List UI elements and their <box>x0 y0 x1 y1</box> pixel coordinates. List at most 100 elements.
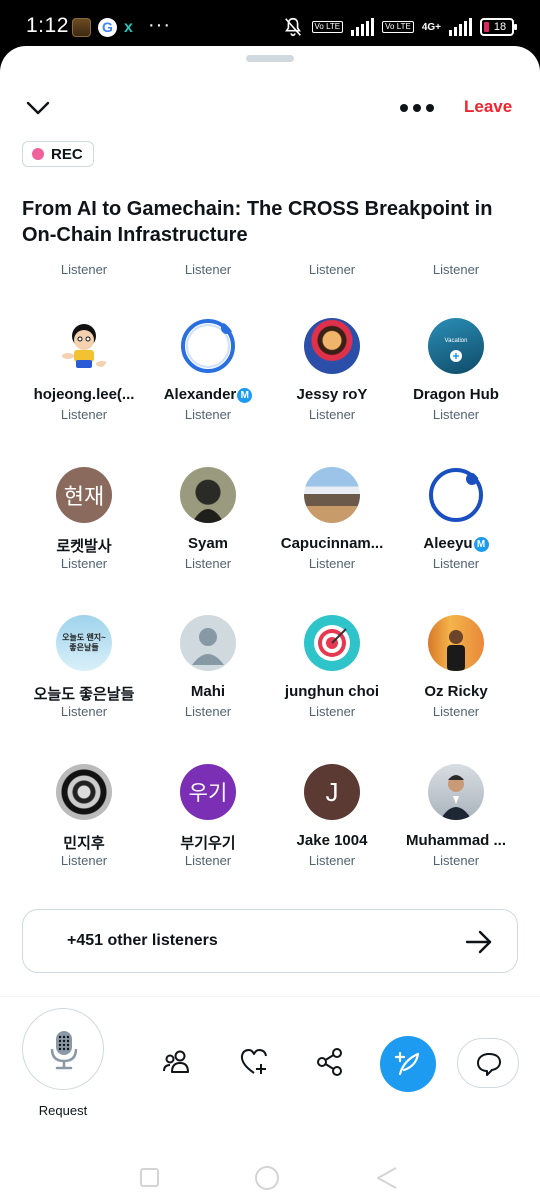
avatar: J <box>304 764 360 820</box>
avatar <box>180 467 236 523</box>
listener-role: Listener <box>184 262 232 277</box>
arrow-right-icon <box>465 930 492 954</box>
chevron-down-icon[interactable] <box>24 94 52 122</box>
avatar: 오늘도 왠지~ 좋은날들 <box>56 615 112 671</box>
listener-name: Capucinnam... <box>280 535 384 552</box>
verified-badge-icon: M <box>237 388 253 403</box>
listener-role: Listener <box>184 853 232 868</box>
listener-role: Listener <box>308 262 356 277</box>
back-icon[interactable] <box>374 1166 398 1190</box>
avatar-text: 오늘도 왠지~ 좋은날들 <box>62 633 106 652</box>
heart-plus-icon[interactable] <box>238 1046 270 1078</box>
listener-role: Listener <box>184 407 232 422</box>
home-button[interactable] <box>255 1166 279 1190</box>
listener-name: Dragon Hub <box>413 386 499 403</box>
microphone-icon <box>50 1031 78 1070</box>
verified-badge-icon: M <box>473 537 489 552</box>
space-title: From AI to Gamechain: The CROSS Breakpoi… <box>22 198 493 246</box>
other-listeners-label: +451 other listeners <box>67 932 218 949</box>
request-mic-button[interactable] <box>22 1008 104 1090</box>
share-icon[interactable] <box>314 1046 346 1078</box>
listener-name: junghun choi <box>284 683 380 700</box>
avatar: 우기 <box>180 764 236 820</box>
rec-label: REC <box>51 145 83 163</box>
listener-role: Listener <box>432 556 480 571</box>
avatar <box>56 764 112 820</box>
listener-role: Listener <box>432 704 480 719</box>
listener-item[interactable]: Capucinnam... Listener <box>270 467 394 577</box>
rec-dot-icon <box>32 148 44 160</box>
listener-item[interactable]: 우기 부기우기 Listener <box>146 764 270 874</box>
avatar: 현재 <box>56 467 112 523</box>
listener-role: Listener <box>60 262 108 277</box>
listener-name: 오늘도 좋은날들 <box>33 686 135 703</box>
feather-plus-icon <box>394 1051 420 1076</box>
avatar <box>428 467 484 523</box>
listener-name: Alexander M <box>146 386 270 403</box>
listener-role: Listener <box>60 407 108 422</box>
signal-icon <box>351 18 375 36</box>
volte-badge: Vo LTE <box>311 21 344 33</box>
listener-item[interactable]: Alexander M Listener <box>146 318 270 428</box>
listener-name: Muhammad ... <box>405 832 506 849</box>
other-listeners-button[interactable]: +451 other listeners <box>22 909 518 973</box>
listener-item[interactable]: Vacation Dragon Hub Listener <box>394 318 518 428</box>
status-time: 1:12 <box>26 14 69 37</box>
more-options-button[interactable] <box>400 101 434 115</box>
listener-name: hojeong.lee(... <box>33 386 135 403</box>
x-icon: x <box>124 19 133 36</box>
listener-item[interactable]: Syam Listener <box>146 467 270 577</box>
listener-name: Jessy roY <box>296 386 368 403</box>
listener-item[interactable]: J Jake 1004 Listener <box>270 764 394 874</box>
avatar <box>180 318 236 374</box>
avatar <box>428 764 484 820</box>
avatar <box>304 467 360 523</box>
listener-item[interactable]: Mahi Listener <box>146 615 270 725</box>
sheet-grabber[interactable] <box>246 55 294 62</box>
listener-item[interactable]: 민지후 Listener <box>22 764 146 874</box>
request-label: Request <box>38 1103 88 1118</box>
battery-level: 18 <box>493 21 507 33</box>
svg-text:Vacation: Vacation <box>445 338 468 344</box>
listener-name: Aleeyu M <box>394 535 518 552</box>
listener-item[interactable]: Aleeyu M Listener <box>394 467 518 577</box>
listener-role: Listener <box>432 853 480 868</box>
listener-item[interactable]: Muhammad ... Listener <box>394 764 518 874</box>
recording-badge: REC <box>22 141 94 167</box>
listener-name: 로켓발사 <box>56 538 112 555</box>
listener-role: Listener <box>308 704 356 719</box>
listener-name: Syam <box>187 535 229 552</box>
listener-item[interactable]: hojeong.lee(... Listener <box>22 318 146 428</box>
listener-name: 민지후 <box>63 835 105 852</box>
avatar-text: J <box>325 776 339 807</box>
divider <box>0 996 540 997</box>
mute-icon <box>284 17 301 37</box>
listener-role: Listener <box>60 704 108 719</box>
listener-role: Listener <box>308 853 356 868</box>
listener-name: Mahi <box>190 683 226 700</box>
avatar <box>304 615 360 671</box>
listener-role: Listener <box>184 704 232 719</box>
listener-role: Listener <box>60 556 108 571</box>
signal-icon-2 <box>449 18 472 36</box>
system-navigation-bar <box>0 1156 540 1200</box>
chat-button[interactable] <box>457 1038 519 1088</box>
avatar <box>304 318 360 374</box>
avatar-text: 우기 <box>188 782 228 805</box>
people-icon[interactable] <box>160 1046 192 1078</box>
listener-name: Oz Ricky <box>424 683 488 700</box>
recent-apps-button[interactable] <box>140 1168 159 1187</box>
listener-item[interactable]: Oz Ricky Listener <box>394 615 518 725</box>
listener-role: Listener <box>184 556 232 571</box>
avatar <box>180 615 236 671</box>
listener-item[interactable]: junghun choi Listener <box>270 615 394 725</box>
avatar-text: 현재 <box>63 484 105 509</box>
listener-item[interactable]: 현재 로켓발사 Listener <box>22 467 146 577</box>
compose-post-button[interactable] <box>380 1036 436 1092</box>
listener-role: Listener <box>432 262 480 277</box>
listener-role: Listener <box>308 407 356 422</box>
listener-item[interactable]: 오늘도 왠지~ 좋은날들 오늘도 좋은날들 Listener <box>22 615 146 725</box>
listener-item[interactable]: Jessy roY Listener <box>270 318 394 428</box>
leave-button[interactable]: Leave <box>464 97 512 117</box>
listener-role: Listener <box>432 407 480 422</box>
